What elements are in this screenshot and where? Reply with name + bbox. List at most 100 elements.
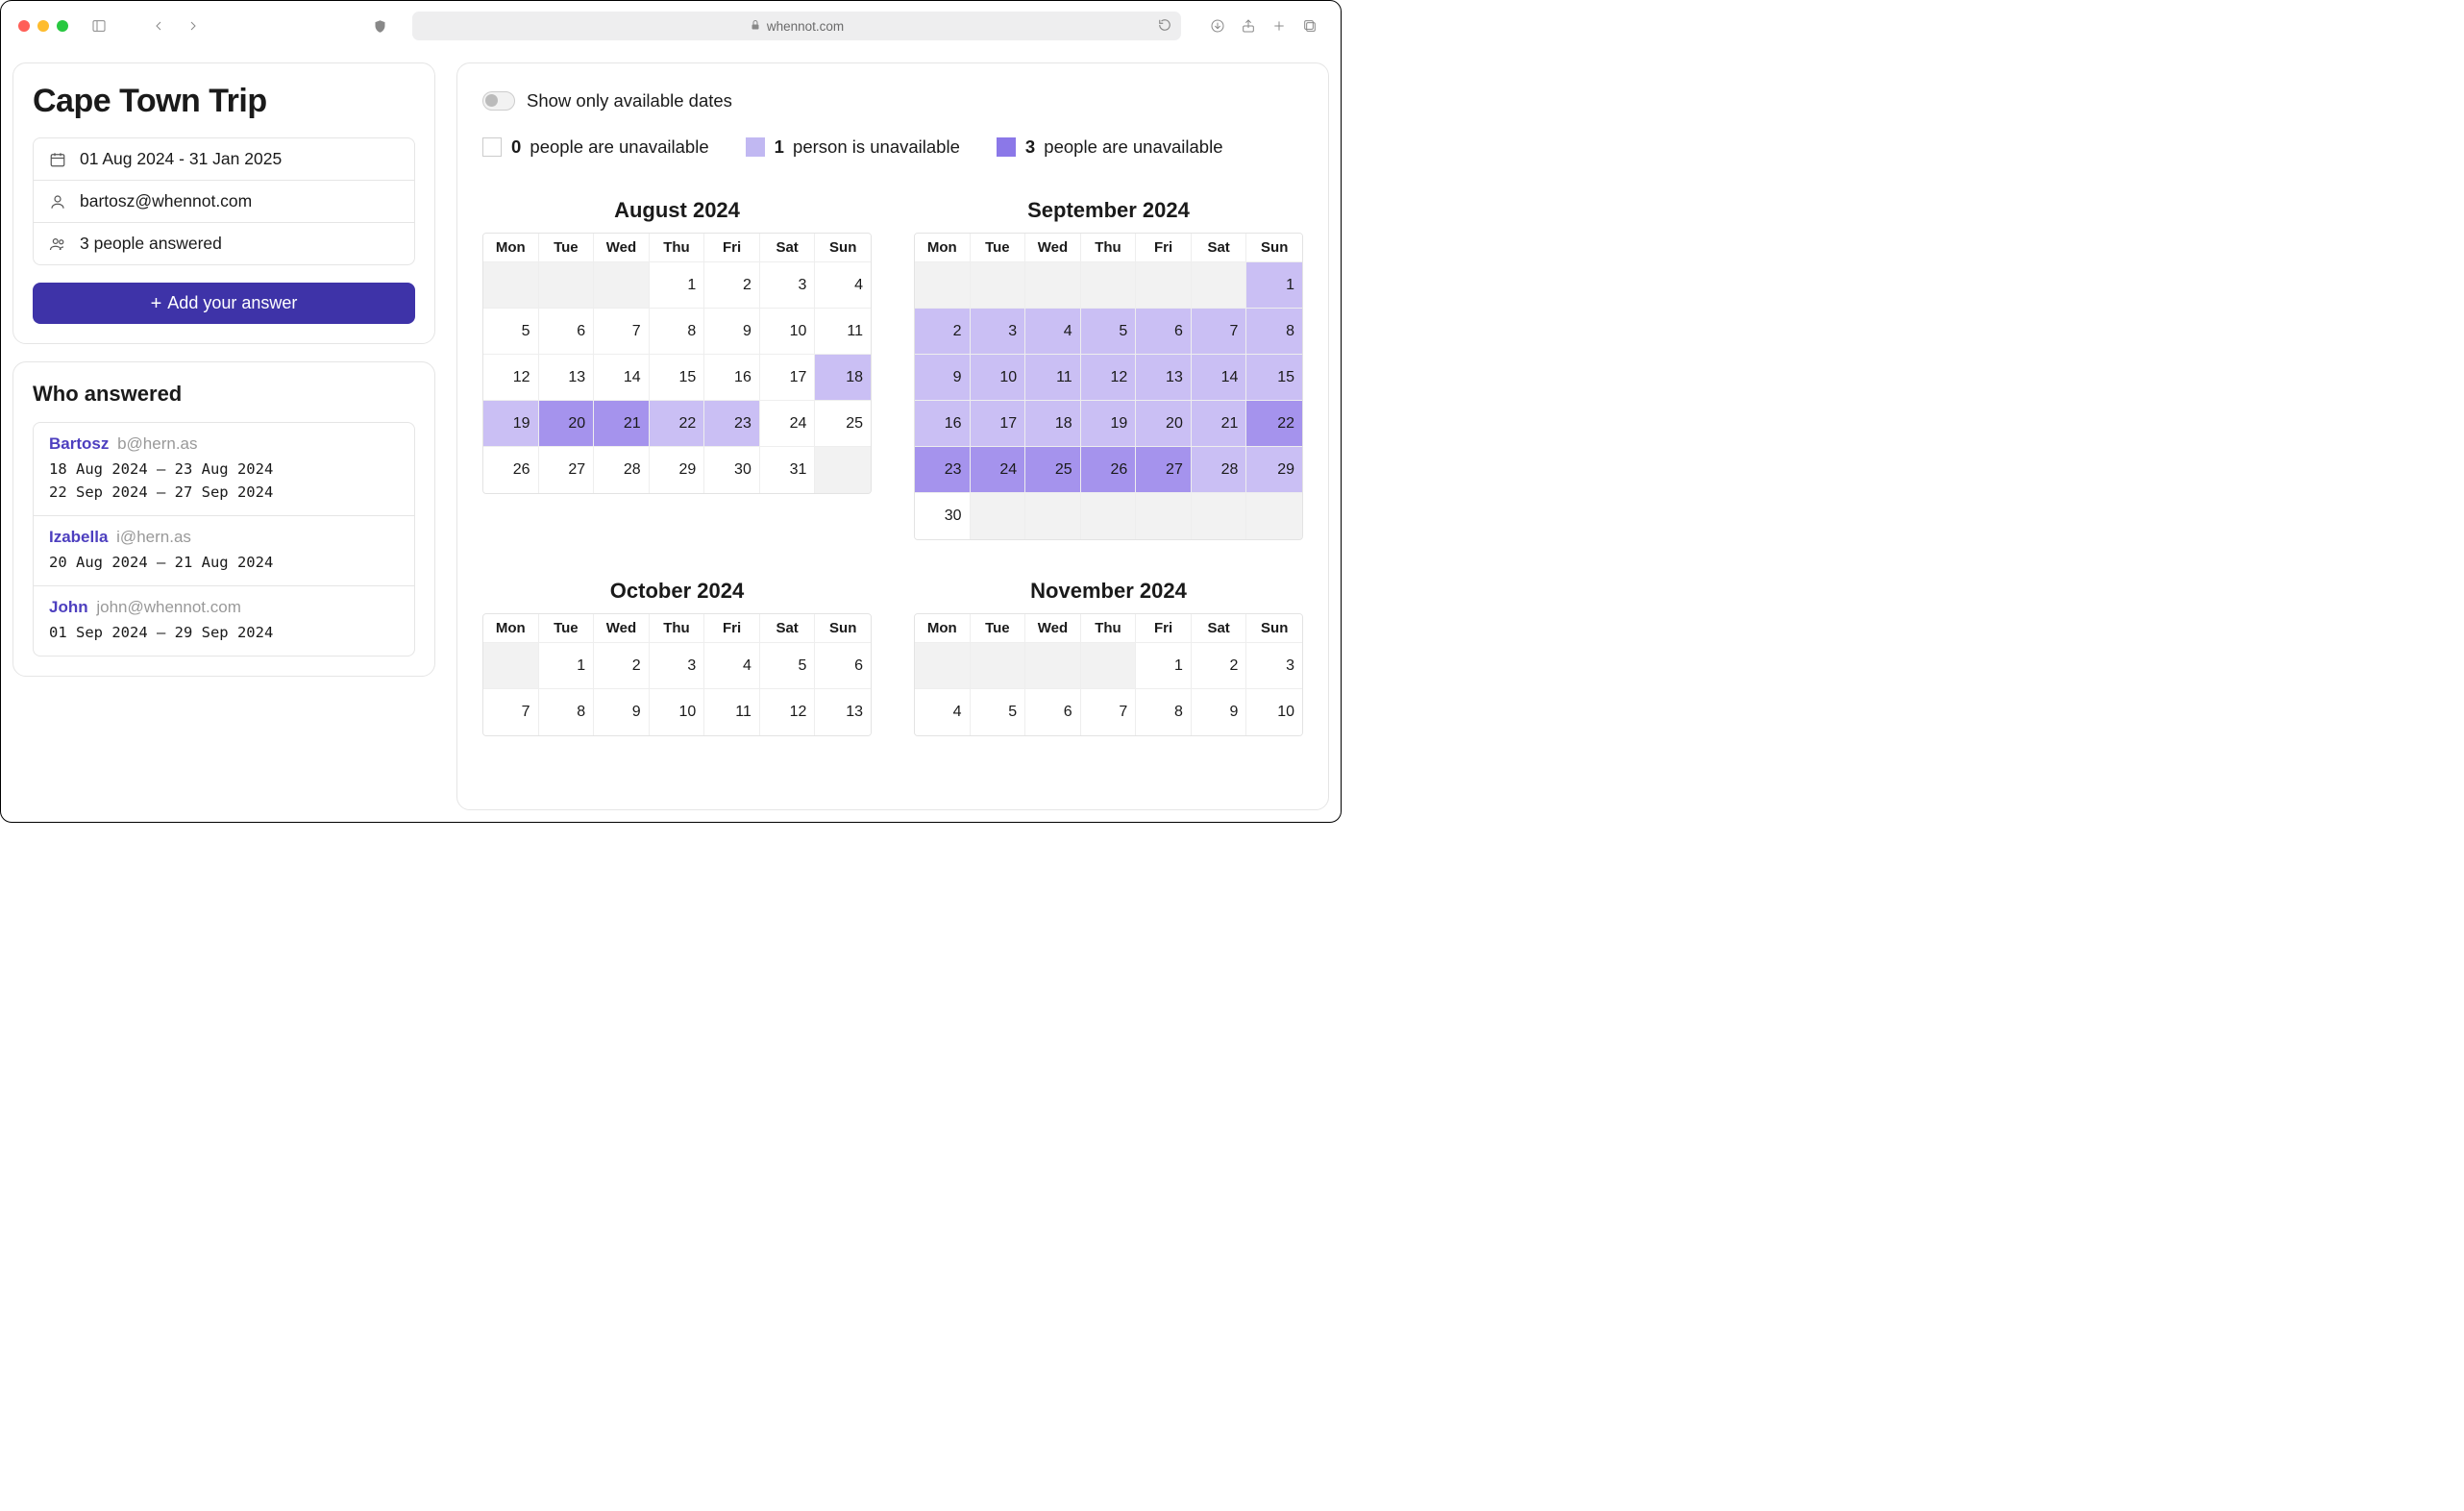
calendar-day-cell[interactable]: 3 xyxy=(650,643,705,689)
answer-row[interactable]: Izabella i@hern.as20 Aug 2024 – 21 Aug 2… xyxy=(34,516,414,586)
calendar-day-cell[interactable]: 9 xyxy=(704,309,760,355)
calendar-day-cell[interactable]: 26 xyxy=(1081,447,1137,493)
calendar-day-cell[interactable]: 4 xyxy=(915,689,971,735)
calendar-day-cell[interactable]: 31 xyxy=(760,447,816,493)
calendar-day-cell[interactable]: 8 xyxy=(1136,689,1192,735)
calendar-day-cell[interactable]: 18 xyxy=(1025,401,1081,447)
calendar-day-cell[interactable]: 10 xyxy=(971,355,1026,401)
calendar-day-cell[interactable]: 19 xyxy=(483,401,539,447)
calendar-day-cell[interactable]: 6 xyxy=(1136,309,1192,355)
calendar-day-cell[interactable]: 8 xyxy=(539,689,595,735)
calendar-day-cell[interactable]: 14 xyxy=(1192,355,1247,401)
calendar-day-cell[interactable]: 16 xyxy=(704,355,760,401)
calendar-day-cell[interactable]: 11 xyxy=(704,689,760,735)
calendar-day-cell[interactable]: 7 xyxy=(1192,309,1247,355)
calendar-day-cell[interactable]: 19 xyxy=(1081,401,1137,447)
calendar-day-cell[interactable]: 6 xyxy=(1025,689,1081,735)
calendar-day-cell[interactable]: 23 xyxy=(915,447,971,493)
calendar-day-cell[interactable]: 25 xyxy=(1025,447,1081,493)
calendar-day-cell[interactable]: 4 xyxy=(704,643,760,689)
calendar-day-cell[interactable]: 8 xyxy=(1246,309,1302,355)
calendar-day-cell[interactable]: 12 xyxy=(1081,355,1137,401)
url-bar[interactable]: whennot.com xyxy=(412,12,1181,40)
calendar-day-cell[interactable]: 16 xyxy=(915,401,971,447)
calendar-day-cell[interactable]: 25 xyxy=(815,401,871,447)
calendar-day-cell[interactable]: 30 xyxy=(915,493,971,539)
window-close-button[interactable] xyxy=(18,20,30,32)
window-minimize-button[interactable] xyxy=(37,20,49,32)
nav-forward-button[interactable] xyxy=(180,12,207,39)
calendar-day-cell[interactable]: 17 xyxy=(760,355,816,401)
calendar-day-cell[interactable]: 14 xyxy=(594,355,650,401)
calendar-day-cell[interactable]: 20 xyxy=(539,401,595,447)
window-zoom-button[interactable] xyxy=(57,20,68,32)
available-only-toggle[interactable] xyxy=(482,91,515,111)
downloads-button[interactable] xyxy=(1204,12,1231,39)
calendar-day-cell[interactable]: 10 xyxy=(760,309,816,355)
calendar-day-cell[interactable]: 2 xyxy=(704,262,760,309)
calendar-day-cell[interactable]: 10 xyxy=(650,689,705,735)
tabs-overview-button[interactable] xyxy=(1296,12,1323,39)
calendar-day-cell[interactable]: 1 xyxy=(650,262,705,309)
calendar-day-cell[interactable]: 1 xyxy=(539,643,595,689)
calendar-day-cell[interactable]: 6 xyxy=(539,309,595,355)
calendar-day-cell[interactable]: 8 xyxy=(650,309,705,355)
share-button[interactable] xyxy=(1235,12,1262,39)
calendar-day-cell[interactable]: 1 xyxy=(1136,643,1192,689)
calendar-day-cell[interactable]: 27 xyxy=(1136,447,1192,493)
calendar-day-cell[interactable]: 3 xyxy=(1246,643,1302,689)
calendar-day-cell[interactable]: 26 xyxy=(483,447,539,493)
new-tab-button[interactable] xyxy=(1266,12,1293,39)
calendar-day-cell[interactable]: 5 xyxy=(483,309,539,355)
calendar-day-cell[interactable]: 12 xyxy=(760,689,816,735)
calendar-day-cell[interactable]: 11 xyxy=(815,309,871,355)
answer-row[interactable]: Bartosz b@hern.as18 Aug 2024 – 23 Aug 20… xyxy=(34,423,414,516)
calendar-day-cell[interactable]: 5 xyxy=(760,643,816,689)
calendar-day-cell[interactable]: 5 xyxy=(1081,309,1137,355)
calendar-day-cell[interactable]: 15 xyxy=(650,355,705,401)
calendar-day-cell[interactable]: 22 xyxy=(1246,401,1302,447)
calendar-day-cell[interactable]: 30 xyxy=(704,447,760,493)
calendar-day-cell[interactable]: 29 xyxy=(1246,447,1302,493)
calendar-day-cell[interactable]: 3 xyxy=(760,262,816,309)
calendar-day-cell[interactable]: 17 xyxy=(971,401,1026,447)
calendar-day-cell[interactable]: 12 xyxy=(483,355,539,401)
calendar-day-cell[interactable]: 13 xyxy=(539,355,595,401)
calendar-day-cell[interactable]: 29 xyxy=(650,447,705,493)
calendar-day-cell[interactable]: 13 xyxy=(1136,355,1192,401)
nav-back-button[interactable] xyxy=(145,12,172,39)
calendar-day-cell[interactable]: 22 xyxy=(650,401,705,447)
calendar-day-cell[interactable]: 28 xyxy=(1192,447,1247,493)
calendar-day-cell[interactable]: 5 xyxy=(971,689,1026,735)
calendar-day-cell[interactable]: 21 xyxy=(1192,401,1247,447)
calendar-day-cell[interactable]: 13 xyxy=(815,689,871,735)
calendar-day-cell[interactable]: 23 xyxy=(704,401,760,447)
calendar-day-cell[interactable]: 10 xyxy=(1246,689,1302,735)
calendar-day-cell[interactable]: 28 xyxy=(594,447,650,493)
privacy-shield-icon[interactable] xyxy=(366,12,393,39)
answer-row[interactable]: John john@whennot.com01 Sep 2024 – 29 Se… xyxy=(34,586,414,656)
calendar-day-cell[interactable]: 2 xyxy=(1192,643,1247,689)
calendar-day-cell[interactable]: 27 xyxy=(539,447,595,493)
calendar-day-cell[interactable]: 7 xyxy=(594,309,650,355)
reload-icon[interactable] xyxy=(1158,18,1171,35)
calendar-day-cell[interactable]: 6 xyxy=(815,643,871,689)
calendar-day-cell[interactable]: 9 xyxy=(594,689,650,735)
calendar-day-cell[interactable]: 3 xyxy=(971,309,1026,355)
calendar-day-cell[interactable]: 1 xyxy=(1246,262,1302,309)
calendar-day-cell[interactable]: 7 xyxy=(483,689,539,735)
calendar-day-cell[interactable]: 7 xyxy=(1081,689,1137,735)
calendar-day-cell[interactable]: 9 xyxy=(915,355,971,401)
calendar-day-cell[interactable]: 18 xyxy=(815,355,871,401)
calendar-day-cell[interactable]: 2 xyxy=(915,309,971,355)
sidebar-toggle-button[interactable] xyxy=(86,12,112,39)
calendar-day-cell[interactable]: 15 xyxy=(1246,355,1302,401)
add-answer-button[interactable]: + Add your answer xyxy=(33,283,415,324)
calendar-day-cell[interactable]: 24 xyxy=(971,447,1026,493)
calendar-day-cell[interactable]: 20 xyxy=(1136,401,1192,447)
calendar-day-cell[interactable]: 9 xyxy=(1192,689,1247,735)
calendar-day-cell[interactable]: 24 xyxy=(760,401,816,447)
calendar-day-cell[interactable]: 2 xyxy=(594,643,650,689)
calendar-day-cell[interactable]: 11 xyxy=(1025,355,1081,401)
calendar-day-cell[interactable]: 4 xyxy=(1025,309,1081,355)
